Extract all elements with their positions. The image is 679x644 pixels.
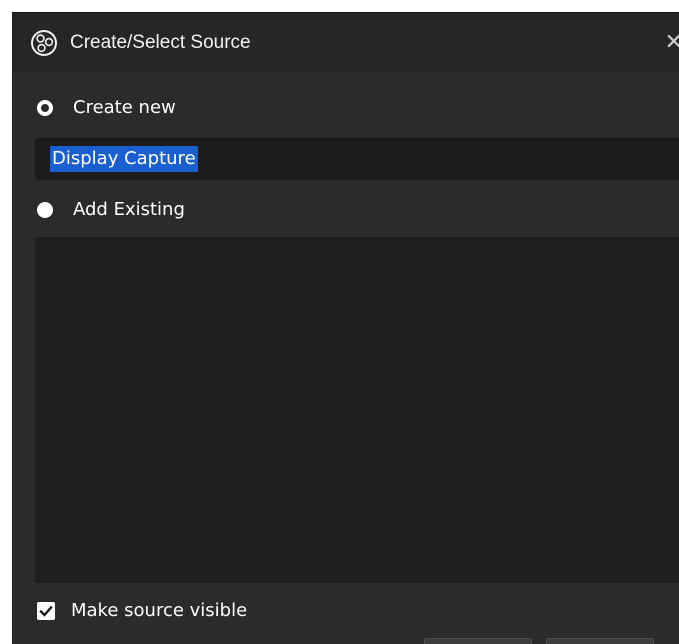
- create-new-label: Create new: [73, 97, 176, 118]
- obs-logo-icon: [31, 30, 57, 56]
- source-name-input[interactable]: Display Capture: [35, 138, 679, 180]
- add-existing-option[interactable]: Add Existing: [37, 197, 185, 223]
- title-bar[interactable]: Create/Select Source ✕: [13, 13, 679, 72]
- create-new-radio[interactable]: [37, 100, 53, 116]
- create-new-option[interactable]: Create new: [37, 95, 176, 121]
- cancel-button[interactable]: [546, 638, 654, 644]
- close-icon[interactable]: ✕: [665, 27, 679, 57]
- dialog-title: Create/Select Source: [70, 32, 251, 53]
- make-visible-option[interactable]: Make source visible: [37, 598, 247, 624]
- ok-button[interactable]: [424, 638, 532, 644]
- source-name-value: Display Capture: [50, 146, 198, 172]
- add-existing-radio[interactable]: [37, 202, 53, 218]
- make-visible-label: Make source visible: [71, 600, 248, 621]
- existing-sources-list[interactable]: [35, 237, 679, 583]
- add-existing-label: Add Existing: [73, 199, 185, 220]
- make-visible-checkbox[interactable]: [37, 602, 55, 620]
- checkmark-icon: [39, 605, 53, 617]
- create-select-source-dialog: Create/Select Source ✕ Create new Displa…: [12, 12, 679, 644]
